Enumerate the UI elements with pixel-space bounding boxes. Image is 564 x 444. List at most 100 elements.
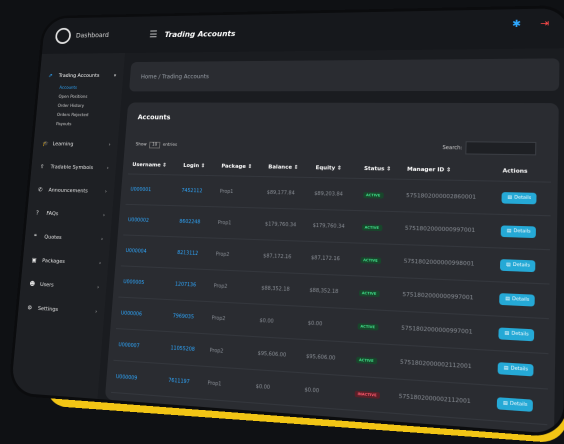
sidebar-item-faqs[interactable]: ? FAQs › xyxy=(26,201,113,227)
login-link[interactable]: 7452112 xyxy=(176,174,217,207)
username-link[interactable]: U000002 xyxy=(123,204,177,237)
sidebar-item-trading-accounts[interactable]: ⇗ Trading Accounts ▾ xyxy=(39,64,124,87)
login-link[interactable]: 8602248 xyxy=(174,205,215,239)
actions-cell: ▤Details xyxy=(494,281,550,319)
sidebar-item-label: Users xyxy=(39,281,54,289)
username-link[interactable]: U000007 xyxy=(113,328,168,364)
table-cell: $95,606.00 xyxy=(252,336,303,373)
table-cell: $179,760.34 xyxy=(307,209,359,244)
table-cell: Prop2 xyxy=(206,301,257,337)
details-label: Details xyxy=(510,366,529,373)
sidebar-subitem-payouts[interactable]: Payouts xyxy=(56,120,120,130)
table-cell: $179,760.34 xyxy=(260,208,310,242)
chevron-right-icon: › xyxy=(102,212,106,219)
login-link[interactable]: 11055208 xyxy=(165,331,207,367)
sidebar-item-label: Tradable Symbols xyxy=(50,164,94,171)
details-icon: ▤ xyxy=(506,228,512,235)
status-cell: ACTIVE xyxy=(355,243,401,278)
main-content: Home / Trading Accounts Accounts Show 10… xyxy=(97,48,564,435)
quote-icon: ❝ xyxy=(33,233,37,240)
col-header-actions[interactable]: Actions xyxy=(498,162,551,182)
login-link[interactable]: 8213112 xyxy=(172,236,213,270)
table-cell: Prop2 xyxy=(210,238,261,272)
actions-cell: ▤Details xyxy=(497,181,552,216)
username-link[interactable]: U000001 xyxy=(125,173,179,206)
entries-select[interactable]: 10 xyxy=(149,141,161,149)
table-cell: $87,172.16 xyxy=(306,241,357,276)
sidebar-item-announcements[interactable]: ✆ Announcements › xyxy=(28,178,114,203)
logout-icon[interactable]: ⇥ xyxy=(540,18,549,29)
status-badge: ACTIVE xyxy=(361,223,383,231)
table-cell: $88,352.18 xyxy=(304,273,356,309)
manager-id: 5751802000000997001 xyxy=(396,311,495,351)
details-button[interactable]: ▤Details xyxy=(497,397,534,412)
col-header-manager-id[interactable]: Manager ID ⇕ xyxy=(403,161,499,181)
username-link[interactable]: U000009 xyxy=(110,360,166,397)
search-label: Search: xyxy=(442,144,463,151)
status-cell: ACTIVE xyxy=(356,210,402,245)
login-link[interactable]: 7969035 xyxy=(167,299,209,334)
status-badge: INACTIVE xyxy=(354,390,380,399)
sidebar-subitem-orders-rejected[interactable]: Orders Rejected xyxy=(57,111,121,120)
username-link[interactable]: U000005 xyxy=(118,265,173,300)
col-header-username[interactable]: Username ⇕ xyxy=(128,157,180,175)
col-header-equity[interactable]: Equity ⇕ xyxy=(311,159,360,178)
details-button[interactable]: ▤Details xyxy=(498,362,534,377)
details-button[interactable]: ▤Details xyxy=(501,225,537,239)
manager-id: 5751802000002860001 xyxy=(401,179,499,215)
hamburger-menu-icon[interactable]: ☰ xyxy=(149,29,158,39)
table-cell: $89,177.84 xyxy=(262,176,312,210)
status-badge: ACTIVE xyxy=(357,322,379,331)
col-header-login[interactable]: Login ⇕ xyxy=(179,157,218,175)
search: Search: xyxy=(442,141,537,156)
show-label: Show xyxy=(135,142,147,148)
username-link[interactable]: U000006 xyxy=(115,297,171,332)
sidebar-item-learning[interactable]: 🎓 Learning › xyxy=(33,132,119,156)
entries-label: entries xyxy=(162,142,178,148)
page-heading: Trading Accounts xyxy=(164,29,236,39)
sidebar-item-quotes[interactable]: ❝ Quotes › xyxy=(24,225,111,252)
top-bar: Dashboard ☰ Trading Accounts ✱ ⇥ xyxy=(41,8,564,54)
chevron-right-icon: › xyxy=(98,260,102,267)
sidebar-item-label: Quotes xyxy=(44,234,62,241)
sidebar-subitem-open-positions[interactable]: Open Positions xyxy=(58,92,122,101)
sidebar-subitem-order-history[interactable]: Order History xyxy=(57,101,121,110)
status-badge: ACTIVE xyxy=(359,256,381,264)
box-icon: ▣ xyxy=(31,256,37,264)
settings-gear-icon[interactable]: ✱ xyxy=(512,19,521,30)
chart-icon: ⇗ xyxy=(48,72,54,79)
accounts-table: Username ⇕ Login ⇕ Package ⇕ Balance ⇕ Equit… xyxy=(108,157,552,435)
table-cell: $88,352.18 xyxy=(256,271,307,307)
card-title: Accounts xyxy=(137,113,171,122)
details-button[interactable]: ▤Details xyxy=(499,293,536,307)
sidebar-item-settings[interactable]: ⚙ Settings › xyxy=(18,295,106,324)
status-cell: ACTIVE xyxy=(358,178,403,212)
login-link[interactable]: 1207136 xyxy=(170,268,211,302)
sidebar-item-label: Trading Accounts xyxy=(58,72,100,79)
search-input[interactable] xyxy=(465,141,537,156)
col-header-status[interactable]: Status ⇕ xyxy=(360,160,404,179)
col-header-package[interactable]: Package ⇕ xyxy=(217,158,265,177)
actions-cell: ▤Details xyxy=(492,385,548,425)
logo-icon xyxy=(54,27,72,45)
sidebar-item-label: Learning xyxy=(52,141,74,147)
sidebar-item-label: Settings xyxy=(37,305,59,313)
details-icon: ▤ xyxy=(505,296,510,303)
logo[interactable]: Dashboard xyxy=(43,27,140,45)
login-link[interactable]: 7611197 xyxy=(163,363,205,400)
col-header-balance[interactable]: Balance ⇕ xyxy=(264,159,312,178)
details-button[interactable]: ▤Details xyxy=(498,327,535,342)
details-label: Details xyxy=(511,331,529,338)
sidebar-item-tradable-symbols[interactable]: ⇧ Tradable Symbols › xyxy=(31,155,117,180)
username-link[interactable]: U000004 xyxy=(120,234,175,269)
status-cell: ACTIVE xyxy=(353,275,399,312)
status-cell: ACTIVE xyxy=(350,342,397,379)
chevron-right-icon: › xyxy=(106,165,109,171)
details-button[interactable]: ▤Details xyxy=(500,259,536,273)
status-badge: ACTIVE xyxy=(358,289,380,297)
megaphone-icon: ✆ xyxy=(37,186,43,194)
chevron-right-icon: › xyxy=(100,236,104,242)
gear-icon: ⚙ xyxy=(27,304,33,312)
status-cell: INACTIVE xyxy=(349,375,396,414)
details-button[interactable]: ▤Details xyxy=(501,192,537,205)
